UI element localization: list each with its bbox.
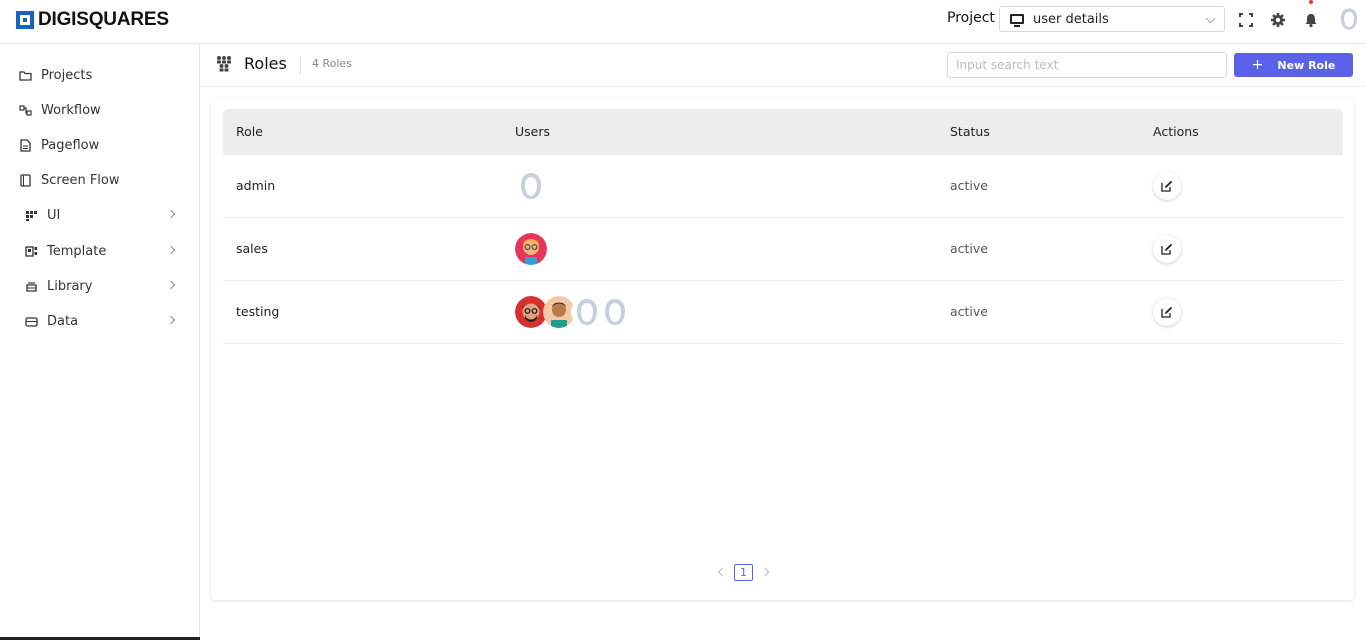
notification-dot [1309,0,1313,4]
sidebar-item-library[interactable]: Library [0,272,200,300]
project-select-value: user details [1033,11,1109,27]
table-header: Role Users Status Actions [223,109,1343,155]
sidebar-item-projects[interactable]: Projects [0,61,200,89]
folder-icon [19,69,32,82]
sidebar-item-label: Screen Flow [41,172,120,188]
avatar[interactable] [1336,6,1362,32]
sidebar-item-template[interactable]: Template [0,237,200,265]
role-name: testing [236,304,280,319]
logo-text: DIGISQUARES [38,9,169,30]
sidebar-item-label: Pageflow [41,137,100,153]
table-row: admin active [223,155,1343,218]
page-number-current[interactable]: 1 [734,563,753,581]
project-select[interactable]: user details [999,6,1225,32]
edit-icon [1161,243,1173,255]
sidebar-item-label: Data [47,313,79,329]
new-role-button[interactable]: + New Role [1234,53,1353,77]
chevron-left-icon[interactable] [716,565,726,579]
table-row: sales active [223,218,1343,281]
library-icon [25,280,38,293]
column-header-status: Status [950,124,990,139]
user-avatars [515,296,631,328]
sidebar-item-label: Projects [41,67,93,83]
logo-mark-icon [16,11,34,29]
template-icon [25,245,38,258]
status-text: active [950,241,988,256]
gear-icon[interactable] [1270,12,1286,28]
main-content: Roles 4 Roles + New Role Role Users Stat… [200,44,1366,640]
sidebar-item-label: Library [47,278,93,294]
sidebar-item-screen-flow[interactable]: Screen Flow [0,166,200,194]
screen-icon [19,173,32,187]
edit-icon [1161,180,1173,192]
project-label: Project [947,10,995,26]
sidebar-item-workflow[interactable]: Workflow [0,96,200,124]
role-name: sales [236,241,268,256]
fullscreen-icon[interactable] [1238,12,1254,28]
chevron-right-icon [166,280,176,290]
user-avatars [515,233,547,265]
roles-table-card: Role Users Status Actions admin active s… [211,98,1354,600]
sidebar-item-data[interactable]: Data [0,307,200,335]
chevron-right-icon [166,209,176,219]
avatar[interactable] [599,296,631,328]
status-text: active [950,304,988,319]
status-text: active [950,178,988,193]
sidebar: Projects Workflow Pageflow Screen Flow U… [0,44,200,640]
chevron-right-icon [166,245,176,255]
divider [300,56,301,74]
search-input[interactable] [947,52,1227,78]
avatar[interactable] [515,170,547,202]
new-role-button-label: New Role [1277,58,1336,72]
plus-icon: + [1251,57,1264,73]
logo[interactable]: DIGISQUARES [16,9,169,30]
edit-button[interactable] [1153,235,1181,263]
sidebar-item-label: Template [47,243,107,259]
column-header-role: Role [236,124,263,139]
edit-icon [1161,306,1173,318]
page-icon [19,138,32,152]
sidebar-item-pageflow[interactable]: Pageflow [0,131,200,159]
workflow-icon [19,104,32,117]
column-header-users: Users [515,124,551,139]
chevron-down-icon [1205,13,1216,24]
roles-icon [215,55,233,73]
top-header: DIGISQUARES Project user details [0,0,1366,44]
edit-button[interactable] [1153,172,1181,200]
role-name: admin [236,178,276,193]
role-count: 4 Roles [312,57,352,70]
chevron-right-icon[interactable] [761,565,771,579]
grid-icon [25,209,38,222]
bell-icon[interactable] [1303,12,1319,28]
data-icon [25,315,38,328]
monitor-icon [1010,14,1024,27]
chevron-right-icon [166,315,176,325]
edit-button[interactable] [1153,298,1181,326]
sidebar-item-label: UI [47,207,61,223]
avatar[interactable] [515,233,547,265]
column-header-actions: Actions [1153,124,1199,139]
page-header: Roles 4 Roles + New Role [200,44,1366,87]
table-row: testing active [223,281,1343,344]
page-title: Roles [244,54,287,73]
sidebar-item-label: Workflow [41,102,101,118]
pagination: 1 [716,563,771,581]
sidebar-item-ui[interactable]: UI [0,201,200,229]
user-avatars [515,170,547,202]
